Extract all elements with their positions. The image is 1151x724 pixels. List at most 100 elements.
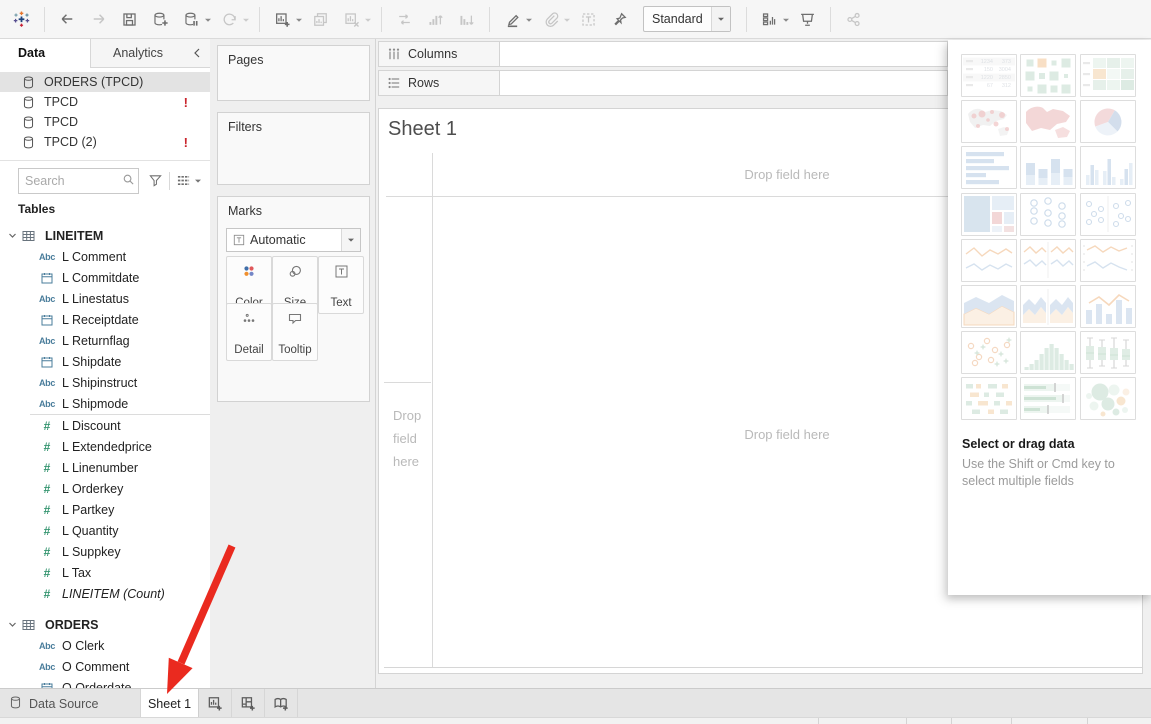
run-auto-updates-button[interactable] — [218, 6, 241, 32]
field-item[interactable]: # L Suppkey — [0, 541, 210, 562]
dropdown-caret-icon[interactable] — [782, 16, 790, 24]
datasource-item[interactable]: TPCD — [0, 112, 210, 132]
save-button[interactable] — [118, 6, 141, 32]
search-input[interactable] — [19, 169, 164, 193]
chart-type-treemap[interactable] — [961, 193, 1017, 236]
date-type-icon — [41, 272, 53, 284]
field-item[interactable]: L Shipdate — [0, 351, 210, 372]
highlight-button[interactable] — [501, 6, 524, 32]
new-data-source-button[interactable] — [149, 6, 172, 32]
datasource-item[interactable]: TPCD (2) ! — [0, 132, 210, 152]
chart-type-scatter-plots[interactable] — [961, 331, 1017, 374]
field-item[interactable]: L Receiptdate — [0, 309, 210, 330]
redo-button[interactable] — [87, 6, 110, 32]
field-item[interactable]: Abc L Returnflag — [0, 330, 210, 351]
pause-auto-updates-button[interactable] — [180, 6, 203, 32]
dropdown-caret-icon[interactable] — [204, 16, 212, 24]
tab-sheet-1[interactable]: Sheet 1 — [141, 689, 199, 718]
field-item[interactable]: Abc L Comment — [0, 246, 210, 267]
mark-button-detail[interactable]: Detail — [226, 303, 272, 361]
mark-button-tooltip[interactable]: Tooltip — [272, 303, 318, 361]
rows-shelf-area[interactable] — [500, 70, 948, 96]
view-options-button[interactable] — [176, 174, 202, 187]
fix-axes-button[interactable] — [608, 6, 631, 32]
field-item[interactable]: Abc O Clerk — [0, 635, 210, 656]
tab-data[interactable]: Data — [0, 38, 91, 68]
chart-type-circle-views[interactable] — [1020, 193, 1076, 236]
field-item[interactable]: # L Quantity — [0, 520, 210, 541]
chart-type-text-table[interactable]: 123437315030041220285067312 — [961, 54, 1017, 97]
new-worksheet-tab-button[interactable] — [199, 689, 232, 718]
new-story-tab-button[interactable] — [265, 689, 298, 718]
expand-chevron-icon[interactable] — [8, 231, 17, 240]
chart-type-box-and-whisker[interactable] — [1080, 331, 1136, 374]
datasource-item[interactable]: ORDERS (TPCD) — [0, 72, 210, 92]
chart-type-dual-lines[interactable] — [1080, 239, 1136, 282]
dropdown-caret-icon[interactable] — [525, 16, 533, 24]
dropdown-caret-icon[interactable] — [242, 16, 250, 24]
chart-type-filled-map[interactable] — [1020, 100, 1076, 143]
mark-type-dropdown[interactable]: Automatic — [226, 228, 361, 252]
field-item[interactable]: # L Linenumber — [0, 457, 210, 478]
pages-shelf[interactable]: Pages — [217, 45, 370, 101]
fit-selector[interactable]: Standard — [643, 6, 731, 32]
dropdown-caret-icon[interactable] — [364, 16, 372, 24]
chart-type-heat-map[interactable] — [1020, 54, 1076, 97]
table-group-orders[interactable]: ORDERS — [0, 614, 210, 635]
undo-button[interactable] — [56, 6, 79, 32]
chart-type-area-charts-continuous[interactable] — [961, 285, 1017, 328]
field-item[interactable]: # L Tax — [0, 562, 210, 583]
chart-type-lines-discrete[interactable] — [1020, 239, 1076, 282]
field-item[interactable]: # L Discount — [0, 415, 210, 436]
field-item[interactable]: O Orderdate — [0, 677, 210, 688]
chart-type-symbol-map[interactable] — [961, 100, 1017, 143]
field-item[interactable]: # L Extendedprice — [0, 436, 210, 457]
tab-analytics[interactable]: Analytics — [91, 38, 184, 67]
field-item[interactable]: L Commitdate — [0, 267, 210, 288]
sort-ascending-button[interactable] — [424, 6, 447, 32]
swap-rows-and-columns-button[interactable] — [393, 6, 416, 32]
field-item[interactable]: Abc L Shipmode — [0, 393, 210, 414]
dropdown-caret-icon[interactable] — [711, 7, 730, 31]
chart-type-stacked-bars[interactable] — [1020, 146, 1076, 189]
collapse-pane-button[interactable] — [184, 38, 210, 67]
chart-type-pie-chart[interactable] — [1080, 100, 1136, 143]
field-item[interactable]: Abc L Shipinstruct — [0, 372, 210, 393]
filters-shelf[interactable]: Filters — [217, 112, 370, 185]
field-item[interactable]: Abc O Comment — [0, 656, 210, 677]
chart-type-area-charts-discrete[interactable] — [1020, 285, 1076, 328]
field-item[interactable]: Abc L Linestatus — [0, 288, 210, 309]
presentation-mode-button[interactable] — [796, 6, 819, 32]
duplicate-button[interactable] — [309, 6, 332, 32]
columns-shelf-area[interactable] — [500, 41, 948, 67]
datasource-item[interactable]: TPCD ! — [0, 92, 210, 112]
chart-type-gantt[interactable] — [961, 377, 1017, 420]
show-mark-labels-button[interactable] — [577, 6, 600, 32]
clear-sheet-button[interactable] — [340, 6, 363, 32]
dropdown-caret-icon[interactable] — [563, 16, 571, 24]
chart-type-histogram[interactable] — [1020, 331, 1076, 374]
mark-button-text[interactable]: Text — [318, 256, 364, 314]
new-dashboard-tab-button[interactable] — [232, 689, 265, 718]
group-members-button[interactable] — [539, 6, 562, 32]
new-worksheet-button[interactable] — [271, 6, 294, 32]
sort-descending-button[interactable] — [455, 6, 478, 32]
field-item[interactable]: # L Partkey — [0, 499, 210, 520]
chart-type-packed-bubbles[interactable] — [1080, 377, 1136, 420]
chart-type-bullet-graphs[interactable] — [1020, 377, 1076, 420]
drop-zone-rows[interactable]: Drop field here — [393, 404, 431, 473]
show-hide-cards-button[interactable] — [758, 6, 781, 32]
chart-type-dual-combination[interactable] — [1080, 285, 1136, 328]
chart-type-horizontal-bars[interactable] — [961, 146, 1017, 189]
chart-type-lines-continuous[interactable] — [961, 239, 1017, 282]
share-workbook-button[interactable] — [842, 6, 865, 32]
expand-chevron-icon[interactable] — [8, 620, 17, 629]
chart-type-side-by-side-circles[interactable] — [1080, 193, 1136, 236]
tab-data-source[interactable]: Data Source — [0, 689, 141, 718]
field-item[interactable]: # LINEITEM (Count) — [0, 583, 210, 604]
field-item[interactable]: # L Orderkey — [0, 478, 210, 499]
table-group-lineitem[interactable]: LINEITEM — [0, 225, 210, 246]
chart-type-side-by-side-bars[interactable] — [1080, 146, 1136, 189]
dropdown-caret-icon[interactable] — [295, 16, 303, 24]
chart-type-highlight-table[interactable] — [1080, 54, 1136, 97]
